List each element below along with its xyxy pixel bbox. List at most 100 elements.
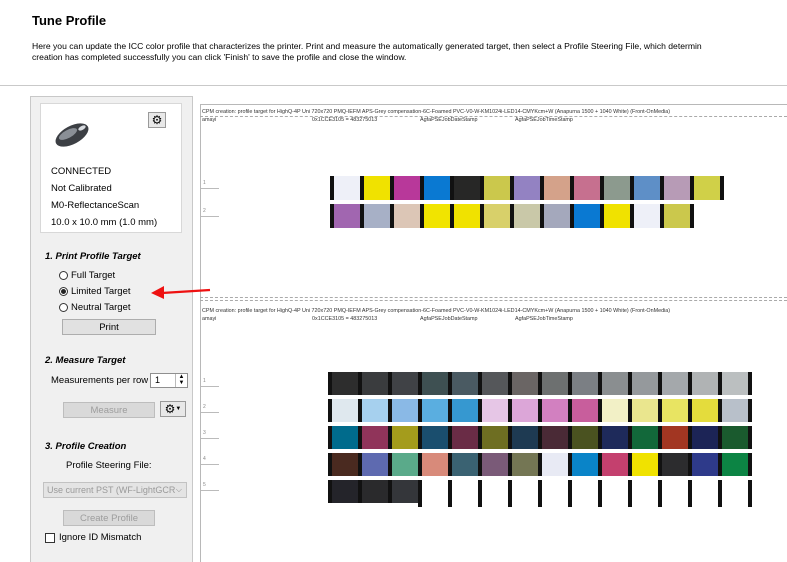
chevron-down-icon: ⌵ — [175, 485, 182, 494]
patch-separator — [628, 399, 632, 422]
color-patch — [542, 372, 568, 395]
patch-separator — [328, 480, 332, 503]
patch-separator — [658, 480, 662, 507]
patch-separator — [388, 399, 392, 422]
radio-full-target[interactable]: Full Target — [59, 270, 115, 281]
row-marker — [201, 490, 219, 491]
patch-separator — [360, 176, 364, 200]
target-user: amayi — [202, 117, 217, 123]
color-patch — [602, 372, 628, 395]
patch-separator — [390, 176, 394, 200]
stepper-arrows-icon[interactable]: ▲ ▼ — [175, 374, 187, 387]
patch-separator — [568, 426, 572, 449]
calibration-status: Not Calibrated — [51, 183, 112, 194]
color-patch — [484, 176, 510, 200]
color-patch — [484, 204, 510, 228]
color-patch — [364, 176, 390, 200]
patch-separator — [420, 204, 424, 228]
color-patch — [574, 204, 600, 228]
target-time-stamp: AgfaPSEJobTimeStamp — [515, 316, 573, 322]
color-patch — [364, 204, 390, 228]
patch-separator — [748, 480, 752, 507]
arrow-annotation-icon — [151, 286, 211, 299]
color-patch — [482, 426, 508, 449]
patch-separator — [330, 204, 334, 228]
patch-separator — [478, 426, 482, 449]
row-number: 5 — [203, 482, 206, 488]
patch-separator — [570, 204, 574, 228]
patch-separator — [328, 399, 332, 422]
patch-separator — [628, 372, 632, 395]
patch-separator — [510, 204, 514, 228]
patch-separator — [688, 480, 692, 507]
color-patch — [632, 372, 658, 395]
cut-line — [200, 300, 787, 301]
patch-separator — [658, 426, 662, 449]
color-patch — [604, 204, 630, 228]
measure-settings-button[interactable]: ⚙ ▼ — [160, 401, 186, 417]
patch-separator — [718, 372, 722, 395]
patch-separator — [478, 372, 482, 395]
spectrophotometer-icon — [55, 123, 89, 147]
color-patch — [454, 176, 480, 200]
patch-separator — [538, 426, 542, 449]
patch-separator — [718, 426, 722, 449]
color-patch — [542, 453, 568, 476]
color-patch — [332, 426, 358, 449]
patch-separator — [328, 453, 332, 476]
color-patch — [452, 426, 478, 449]
patch-separator — [660, 176, 664, 200]
device-settings-button[interactable]: ⚙ — [148, 112, 166, 128]
radio-limited-target[interactable]: Limited Target — [59, 286, 131, 297]
target-header: CPM creation: profile target for HighQ-4… — [202, 308, 671, 314]
patch-separator — [448, 480, 452, 507]
target-date-stamp: AgfaPSEJobDateStamp — [420, 117, 478, 123]
color-patch — [664, 176, 690, 200]
target-header: CPM creation: profile target for HighQ-4… — [202, 109, 671, 115]
patch-separator — [420, 176, 424, 200]
target-preview — [200, 104, 787, 562]
radio-dot — [59, 303, 68, 312]
ignore-id-mismatch-checkbox[interactable]: Ignore ID Mismatch — [45, 532, 141, 543]
profile-steering-file-select[interactable]: Use current PST (WF-LightGCR ⌵ — [43, 482, 187, 498]
color-patch — [544, 204, 570, 228]
patch-separator — [450, 204, 454, 228]
color-patch — [512, 399, 538, 422]
patch-separator — [598, 426, 602, 449]
patch-separator — [570, 176, 574, 200]
color-patch — [574, 176, 600, 200]
patch-separator — [328, 426, 332, 449]
measurements-per-row-stepper[interactable]: 1 ▲ ▼ — [150, 373, 188, 388]
patch-separator — [388, 480, 392, 503]
color-patch — [572, 453, 598, 476]
divider — [0, 85, 787, 86]
radio-neutral-target[interactable]: Neutral Target — [59, 302, 131, 313]
patch-separator — [568, 453, 572, 476]
target-date-stamp: AgfaPSEJobDateStamp — [420, 316, 478, 322]
patch-separator — [718, 480, 722, 507]
color-patch — [332, 399, 358, 422]
patch-separator — [538, 480, 542, 507]
patch-separator — [688, 453, 692, 476]
measure-button[interactable]: Measure — [63, 402, 155, 418]
color-patch — [662, 399, 688, 422]
color-patch — [482, 399, 508, 422]
color-patch — [392, 426, 418, 449]
print-button[interactable]: Print — [62, 319, 156, 335]
patch-separator — [658, 372, 662, 395]
patch-separator — [480, 176, 484, 200]
patch-separator — [690, 204, 694, 228]
patch-separator — [540, 204, 544, 228]
color-patch — [632, 426, 658, 449]
color-patch — [572, 399, 598, 422]
row-number: 2 — [203, 208, 206, 214]
color-patch — [362, 372, 388, 395]
color-patch — [602, 453, 628, 476]
patch-separator — [418, 480, 422, 507]
create-profile-button[interactable]: Create Profile — [63, 510, 155, 526]
color-patch — [722, 372, 748, 395]
color-patch — [332, 480, 358, 503]
color-patch — [692, 453, 718, 476]
patch-separator — [448, 426, 452, 449]
patch-separator — [330, 176, 334, 200]
